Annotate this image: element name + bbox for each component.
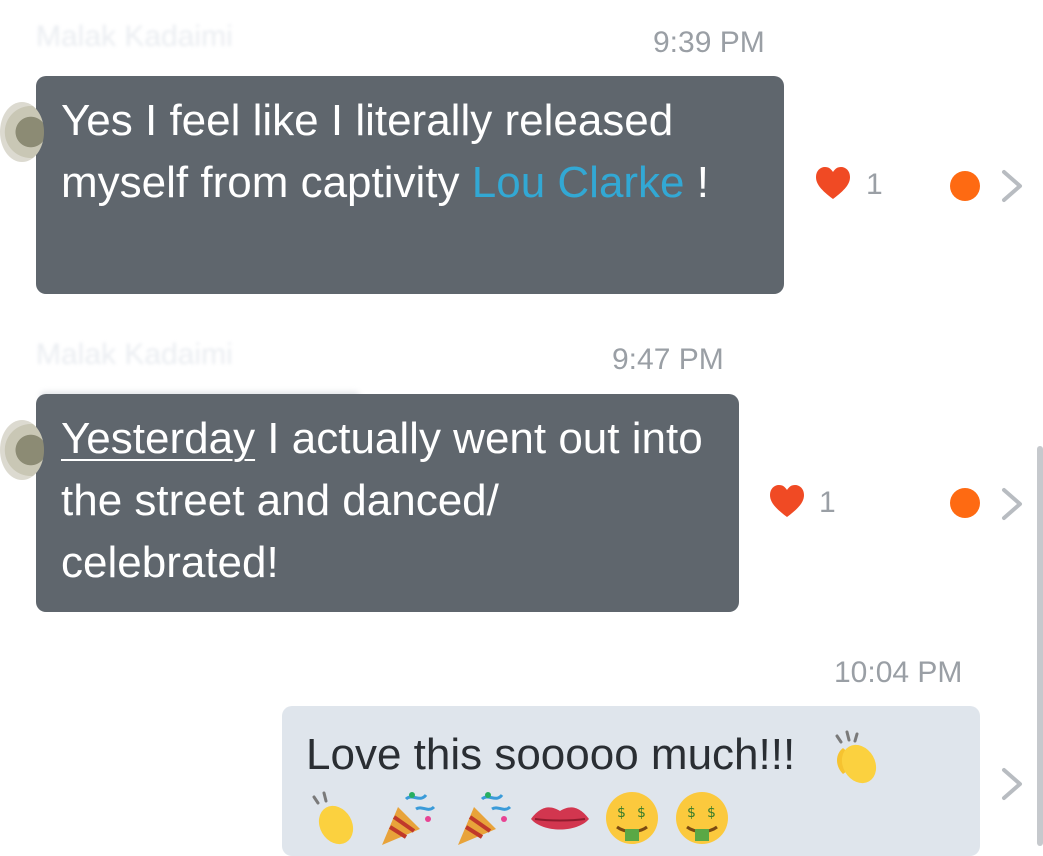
message-bubble[interactable]: Yesterday I actually went out into the s… bbox=[0, 394, 739, 612]
avatar[interactable] bbox=[0, 420, 44, 480]
party-popper-icon bbox=[382, 791, 436, 845]
message-text-end: ! bbox=[684, 158, 709, 207]
svg-text:$: $ bbox=[617, 805, 626, 821]
svg-text:$: $ bbox=[637, 805, 646, 821]
message-timestamp: 10:04 PM bbox=[834, 656, 963, 689]
lips-icon bbox=[530, 807, 589, 830]
chevron-right-icon[interactable] bbox=[1000, 486, 1024, 522]
svg-text:$: $ bbox=[687, 805, 696, 821]
message-bubble[interactable]: Yes I feel like I literally released mys… bbox=[0, 76, 784, 294]
underlined-word[interactable]: Yesterday bbox=[61, 414, 255, 463]
heart-icon[interactable] bbox=[769, 484, 805, 520]
clapping-hands-icon bbox=[835, 730, 877, 784]
my-message-bubble[interactable]: Love this sooooo much!!! $ $ $ $ bbox=[282, 706, 980, 856]
unread-dot-icon bbox=[950, 171, 980, 201]
clapping-hands-icon bbox=[312, 791, 354, 844]
party-popper-icon bbox=[458, 791, 512, 845]
message-timestamp: 9:39 PM bbox=[653, 26, 765, 59]
svg-text:$: $ bbox=[707, 805, 716, 821]
like-count: 1 bbox=[866, 168, 883, 201]
like-count: 1 bbox=[819, 486, 836, 519]
chevron-right-icon[interactable] bbox=[1000, 168, 1024, 204]
message-text: Love this sooooo much!!! bbox=[306, 730, 796, 779]
money-mouth-face-icon: $ $ bbox=[605, 791, 658, 844]
message-timestamp: 9:47 PM bbox=[612, 343, 724, 376]
message-sender-name: Malak Kadaimi bbox=[36, 338, 233, 371]
unread-dot-icon bbox=[950, 488, 980, 518]
message-sender-name: Malak Kadaimi bbox=[36, 20, 233, 53]
user-mention-link[interactable]: Lou Clarke bbox=[472, 158, 685, 207]
heart-icon[interactable] bbox=[815, 166, 851, 202]
chevron-right-icon[interactable] bbox=[1000, 766, 1024, 802]
avatar[interactable] bbox=[0, 102, 44, 162]
money-mouth-face-icon: $ $ bbox=[676, 791, 729, 844]
scrollbar[interactable] bbox=[1037, 446, 1043, 846]
